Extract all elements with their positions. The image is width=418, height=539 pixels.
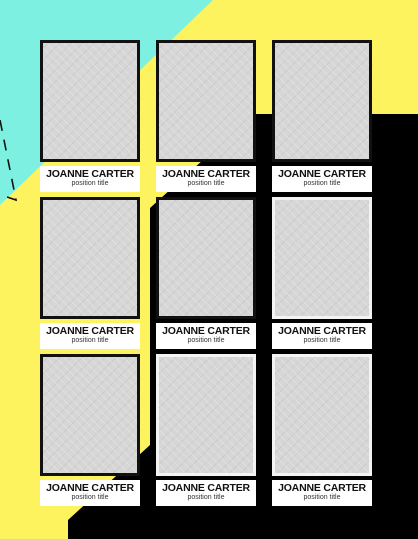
position-title: position title	[71, 337, 109, 344]
photo-placeholder[interactable]	[40, 197, 140, 319]
profile-card-5: JOANNE CARTER position title	[156, 197, 256, 349]
profile-card-4: JOANNE CARTER position title	[40, 197, 140, 349]
photo-placeholder[interactable]	[156, 40, 256, 162]
photo-placeholder[interactable]	[272, 197, 372, 319]
name-label: JOANNE CARTER position title	[272, 480, 372, 506]
profile-card-7: JOANNE CARTER position title	[40, 354, 140, 506]
photo-placeholder[interactable]	[272, 40, 372, 162]
profile-card-1: JOANNE CARTER position title	[40, 40, 140, 192]
name-label: JOANNE CARTER position title	[272, 166, 372, 192]
photo-placeholder[interactable]	[272, 354, 372, 476]
person-name: JOANNE CARTER	[46, 325, 134, 337]
name-label: JOANNE CARTER position title	[40, 166, 140, 192]
name-label: JOANNE CARTER position title	[40, 323, 140, 349]
person-name: JOANNE CARTER	[162, 482, 250, 494]
profile-card-2: JOANNE CARTER position title	[156, 40, 256, 192]
position-title: position title	[71, 494, 109, 501]
position-title: position title	[303, 180, 341, 187]
position-title: position title	[71, 180, 109, 187]
photo-placeholder[interactable]	[156, 197, 256, 319]
person-name: JOANNE CARTER	[278, 482, 366, 494]
person-name: JOANNE CARTER	[46, 482, 134, 494]
name-label: JOANNE CARTER position title	[156, 323, 256, 349]
position-title: position title	[187, 337, 225, 344]
position-title: position title	[303, 337, 341, 344]
photo-placeholder[interactable]	[40, 354, 140, 476]
person-name: JOANNE CARTER	[278, 325, 366, 337]
position-title: position title	[303, 494, 341, 501]
position-title: position title	[187, 494, 225, 501]
profile-card-6: JOANNE CARTER position title	[272, 197, 372, 349]
person-name: JOANNE CARTER	[162, 325, 250, 337]
profile-card-3: JOANNE CARTER position title	[272, 40, 372, 192]
photo-placeholder[interactable]	[156, 354, 256, 476]
name-label: JOANNE CARTER position title	[272, 323, 372, 349]
person-name: JOANNE CARTER	[162, 168, 250, 180]
name-label: JOANNE CARTER position title	[40, 480, 140, 506]
name-label: JOANNE CARTER position title	[156, 480, 256, 506]
profile-card-9: JOANNE CARTER position title	[272, 354, 372, 506]
position-title: position title	[187, 180, 225, 187]
profile-card-8: JOANNE CARTER position title	[156, 354, 256, 506]
name-label: JOANNE CARTER position title	[156, 166, 256, 192]
photo-placeholder[interactable]	[40, 40, 140, 162]
person-name: JOANNE CARTER	[278, 168, 366, 180]
person-name: JOANNE CARTER	[46, 168, 134, 180]
